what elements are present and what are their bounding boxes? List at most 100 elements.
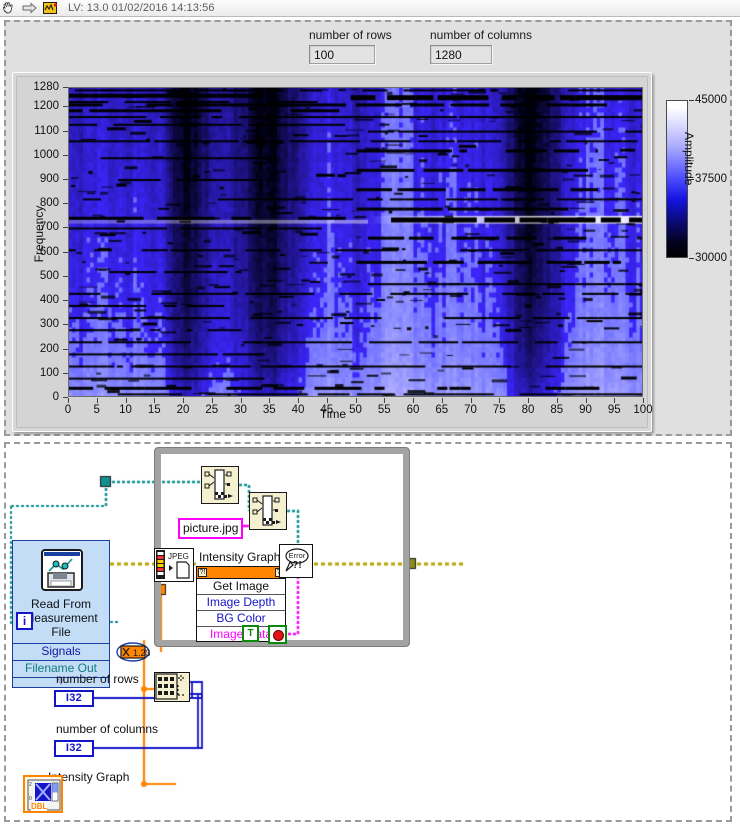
- property-node-title: Intensity Graph: [199, 550, 281, 564]
- intensity-graph-terminal[interactable]: 2 0 DBL: [23, 775, 63, 813]
- number-of-rows-terminal-label: number of rows: [56, 672, 139, 686]
- y-tick-mark: [63, 275, 68, 277]
- loop-conditional-stop-terminal[interactable]: [268, 625, 287, 644]
- x-tick-mark: [441, 398, 443, 403]
- y-tick-label: 500: [39, 269, 59, 282]
- x-tick-label: 100: [633, 404, 653, 416]
- build-path-node-1[interactable]: [201, 466, 239, 504]
- x-tick-mark: [269, 398, 271, 403]
- plot-area[interactable]: [68, 87, 643, 397]
- y-tick-label: 1000: [33, 148, 59, 161]
- dynamic-data-conversion-node[interactable]: 1.23: [116, 642, 150, 662]
- y-tick-mark: [63, 87, 68, 88]
- y-tick-label: 400: [39, 294, 59, 307]
- x-tick-mark: [556, 398, 558, 403]
- x-tick-mark: [68, 398, 69, 403]
- x-tick-label: 50: [349, 404, 362, 416]
- x-tick-label: 75: [492, 404, 506, 416]
- x-tick-label: 70: [464, 404, 477, 416]
- x-tick-mark: [585, 398, 587, 403]
- front-panel: number of rows 100 number of columns 128…: [4, 20, 732, 436]
- y-tick-mark: [63, 106, 68, 108]
- svg-text:Error: Error: [288, 551, 305, 560]
- x-tick-label: 60: [406, 404, 420, 416]
- y-tick-label: 300: [39, 318, 59, 331]
- x-tick-mark: [96, 398, 98, 403]
- number-of-rows-label: number of rows: [309, 28, 392, 42]
- x-tick-label: 30: [234, 404, 247, 416]
- x-tick-label: 35: [262, 404, 276, 416]
- number-of-rows-field[interactable]: 100: [309, 45, 375, 64]
- y-tick-label: 700: [39, 221, 59, 234]
- x-tick-mark: [614, 398, 616, 403]
- x-tick-label: 5: [93, 404, 100, 416]
- y-tick-mark: [63, 203, 68, 205]
- y-tick-label: 1100: [34, 124, 59, 137]
- y-tick-mark: [63, 372, 68, 374]
- read-vi-output-signals[interactable]: Signals: [12, 644, 110, 661]
- x-tick-label: 65: [435, 404, 449, 416]
- property-node-refnum-left-icon: ?!: [198, 568, 207, 577]
- x-tick-label: 95: [607, 404, 621, 416]
- x-tick-mark: [384, 398, 386, 403]
- x-tick-label: 40: [291, 404, 305, 416]
- svg-text:1.23: 1.23: [133, 648, 150, 658]
- title-bar-text: LV: 13.0 01/02/2016 14:13:56: [68, 2, 215, 14]
- x-tick-label: 20: [176, 404, 190, 416]
- title-bar: LV: 13.0 01/02/2016 14:13:56: [0, 0, 740, 17]
- y-tick-mark: [63, 251, 68, 253]
- number-of-columns-terminal[interactable]: I32: [54, 740, 94, 757]
- x-tick-mark: [154, 398, 156, 403]
- y-tick-label: 0: [52, 391, 59, 403]
- intensity-graph-inner: Frequency Time 0 100 200 300 400 500 600 700 800…: [16, 76, 653, 428]
- x-tick-label: 0: [64, 404, 72, 416]
- array-size-node[interactable]: [154, 672, 190, 702]
- true-constant[interactable]: T: [242, 625, 259, 642]
- build-path-node-2[interactable]: [249, 492, 287, 530]
- colorbar-tick-mark: [689, 100, 694, 101]
- x-tick-mark: [643, 398, 644, 403]
- labview-icon[interactable]: [42, 1, 58, 15]
- arrow-right-icon[interactable]: [22, 1, 38, 15]
- x-tick-mark: [355, 398, 357, 403]
- x-tick-label: 15: [147, 404, 161, 416]
- x-tick-mark: [499, 398, 501, 403]
- number-of-columns-field[interactable]: 1280: [430, 45, 492, 64]
- x-tick-mark: [528, 398, 529, 403]
- x-tick-label: 85: [550, 404, 564, 416]
- y-tick-mark: [63, 179, 68, 181]
- x-tick-label: 90: [579, 404, 592, 416]
- colorbar-tick-label: 30000: [695, 252, 727, 264]
- y-tick-label: 100: [39, 366, 59, 379]
- x-tick-mark: [298, 398, 299, 403]
- number-of-columns-label: number of columns: [430, 28, 533, 42]
- intensity-graph[interactable]: Frequency Time 0 100 200 300 400 500 600 700 800…: [12, 72, 653, 432]
- number-of-columns-terminal-label: number of columns: [56, 722, 159, 736]
- colorbar-tick-mark: [689, 258, 694, 259]
- x-tick-mark: [183, 398, 184, 403]
- y-tick-mark: [63, 130, 68, 132]
- picture-jpg-constant[interactable]: picture.jpg: [178, 518, 244, 539]
- y-tick-label: 200: [39, 342, 59, 355]
- svg-text:?!: ?!: [292, 560, 301, 571]
- x-tick-label: 25: [205, 404, 219, 416]
- loop-iteration-terminal: i: [16, 612, 33, 630]
- svg-text:2: 2: [29, 782, 32, 788]
- y-tick-label: 1200: [33, 100, 59, 113]
- i32-glyph-cols: I32: [65, 742, 83, 754]
- x-tick-label: 55: [377, 404, 391, 416]
- hand-cursor-icon[interactable]: [2, 1, 18, 15]
- property-row-image-depth[interactable]: Image Depth: [197, 595, 285, 611]
- simple-error-handler-node[interactable]: Error ?!: [279, 544, 313, 578]
- property-row-get-image[interactable]: Get Image: [197, 579, 285, 595]
- property-node-header: ?! ?!: [197, 567, 285, 579]
- x-tick-mark: [470, 398, 472, 403]
- colorbar-tick-label: 45000: [695, 94, 727, 106]
- y-tick-mark: [63, 348, 68, 350]
- x-tick-mark: [413, 398, 414, 403]
- x-tick-label: 80: [521, 404, 535, 416]
- number-of-rows-terminal[interactable]: I32: [54, 690, 94, 707]
- write-jpeg-file-node[interactable]: JPEG: [154, 548, 194, 582]
- colorbar-tick-mark: [689, 179, 694, 180]
- x-tick-mark: [326, 398, 328, 403]
